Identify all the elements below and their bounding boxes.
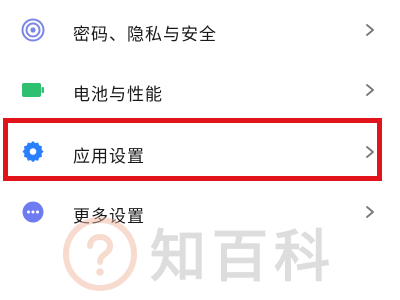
chevron-right-icon	[366, 84, 374, 96]
settings-row-battery[interactable]: 电池与性能	[0, 60, 400, 120]
settings-row-more-settings[interactable]: 更多设置	[0, 182, 400, 242]
more-dots-icon	[22, 201, 44, 223]
settings-row-app-settings[interactable]: 应用设置	[0, 122, 400, 182]
chevron-right-icon	[366, 24, 374, 36]
chevron-right-icon	[366, 206, 374, 218]
chevron-right-icon	[366, 146, 374, 158]
settings-row-label: 密码、隐私与安全	[73, 25, 217, 45]
settings-row-label: 应用设置	[73, 147, 145, 167]
gear-icon	[22, 141, 44, 163]
battery-icon	[22, 83, 44, 97]
fingerprint-icon	[21, 18, 45, 42]
settings-row-privacy[interactable]: 密码、隐私与安全	[0, 0, 400, 60]
settings-row-label: 电池与性能	[73, 85, 163, 105]
settings-row-label: 更多设置	[73, 207, 145, 227]
